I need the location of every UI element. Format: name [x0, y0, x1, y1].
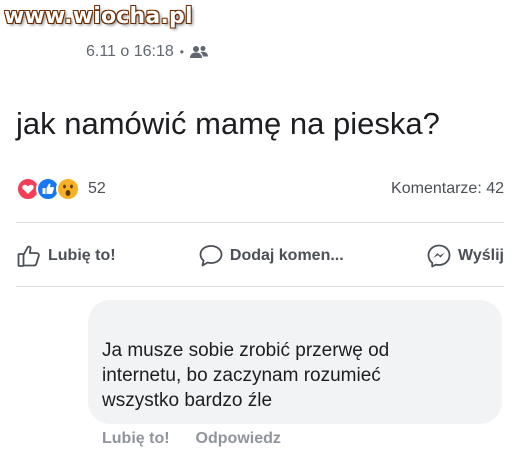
comment-line: wszystko bardzo źle: [102, 390, 273, 411]
send-button-label: Wyślij: [458, 247, 504, 264]
meta-separator: •: [179, 45, 184, 59]
comments-count-link[interactable]: Komentarze: 42: [391, 180, 504, 198]
comment-line: Ja musze sobie zrobić przerwę od: [102, 340, 390, 361]
messenger-icon: [427, 244, 451, 268]
divider-top: [16, 222, 504, 223]
friends-icon[interactable]: [189, 45, 208, 59]
comment-text: Ja musze sobie zrobić przerwę od interne…: [102, 338, 498, 413]
post-meta: 6.11 o 16:18 •: [86, 42, 208, 62]
comment-button-label: Dodaj komen...: [229, 247, 344, 264]
divider-bottom: [16, 286, 504, 287]
comment-reply-link[interactable]: Odpowiedz: [196, 430, 281, 448]
wow-reaction-icon: [56, 177, 80, 201]
like-button-label: Lubię to!: [48, 247, 116, 264]
comment-actions: Lubię to! Odpowiedz: [102, 430, 281, 448]
like-button[interactable]: Lubię to!: [16, 243, 116, 269]
comment-button[interactable]: Dodaj komen...: [198, 243, 344, 269]
post-actions: Lubię to! Dodaj komen... Wyślij: [16, 236, 504, 276]
thumbs-up-icon: [17, 245, 40, 267]
comment-like-link[interactable]: Lubię to!: [102, 430, 170, 448]
post-text: jak namówić mamę na pieska?: [16, 106, 440, 141]
reactions-summary[interactable]: 52: [16, 177, 106, 201]
speech-bubble-icon: [199, 245, 223, 267]
reactions-bar: 52 Komentarze: 42: [16, 176, 504, 202]
reaction-count: 52: [88, 180, 106, 197]
comment-line: internetu, bo zaczynam rozumieć: [102, 365, 381, 386]
post-timestamp[interactable]: 6.11 o 16:18: [86, 43, 174, 61]
send-button[interactable]: Wyślij: [426, 243, 504, 269]
watermark-logo: www.wiocha.pl: [4, 4, 193, 29]
